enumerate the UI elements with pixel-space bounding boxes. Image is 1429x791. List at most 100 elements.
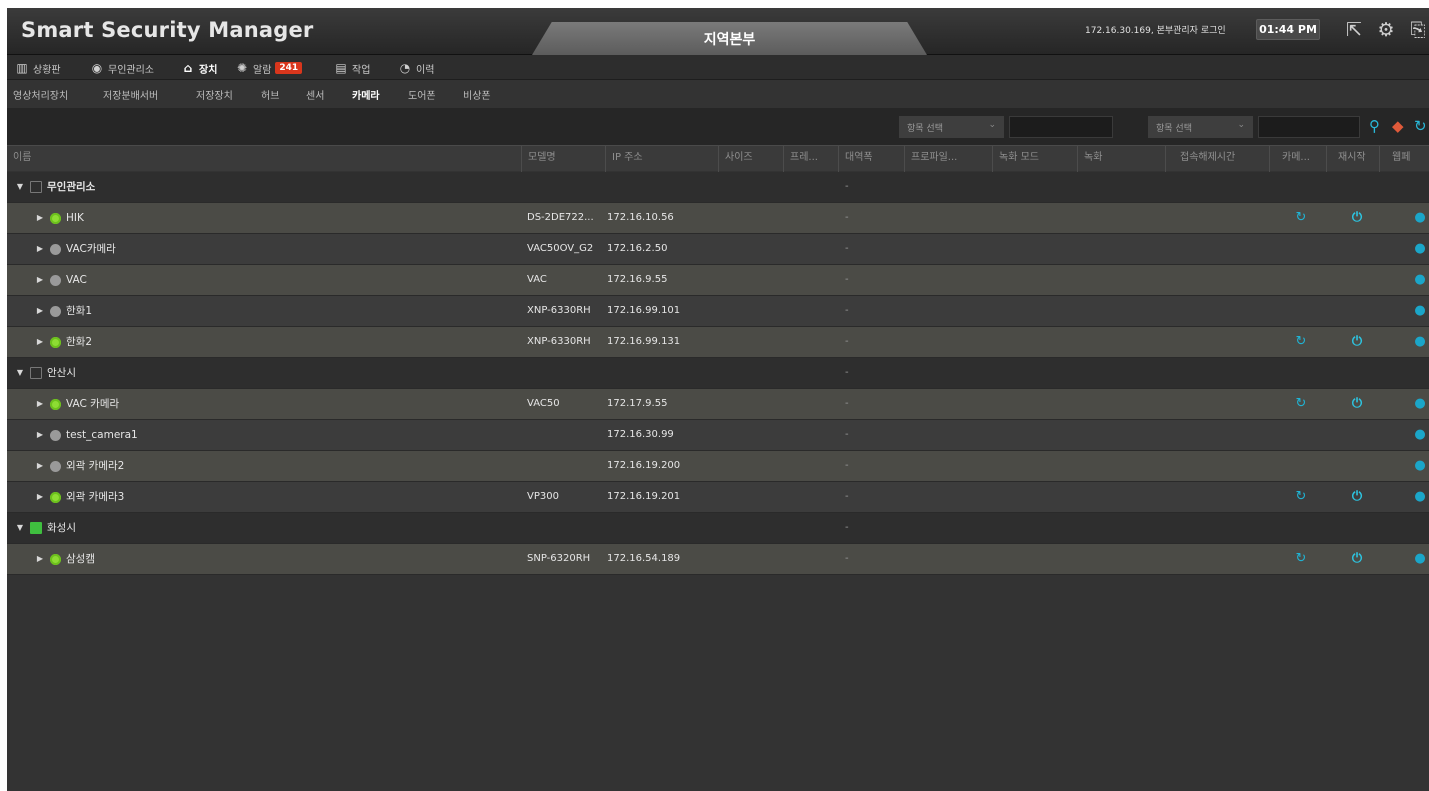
- refresh-camera-icon[interactable]: ↻: [1293, 489, 1309, 505]
- table-row[interactable]: ▶ 한화1 XNP-6330RH 172.16.99.101 - ●: [7, 296, 1429, 327]
- globe-web-icon[interactable]: ●: [1412, 241, 1428, 257]
- alarm-icon: ✺: [236, 61, 248, 75]
- group-row[interactable]: ▼ 화성시 -: [7, 513, 1429, 544]
- caret-right-icon[interactable]: ▶: [35, 203, 45, 233]
- col-restart[interactable]: 재시작: [1326, 146, 1379, 172]
- device-name: 한화1: [66, 305, 93, 317]
- window-resize-icon[interactable]: ⇱: [1341, 17, 1367, 43]
- globe-web-icon[interactable]: ●: [1412, 210, 1428, 226]
- table-row[interactable]: ▶ test_camera1 172.16.30.99 - ●: [7, 420, 1429, 451]
- table-row[interactable]: ▶ VAC 카메라 VAC50 172.17.9.55 - ↻ ⏻ ●: [7, 389, 1429, 420]
- refresh-camera-icon[interactable]: ↻: [1293, 210, 1309, 226]
- power-icon[interactable]: ⏻: [1349, 396, 1365, 412]
- refresh-icon[interactable]: ↻: [1414, 116, 1427, 136]
- group-row[interactable]: ▼ 안산시 -: [7, 358, 1429, 389]
- power-icon[interactable]: ⏻: [1349, 334, 1365, 350]
- table-row[interactable]: ▶ 외곽 카메라2 172.16.19.200 - ●: [7, 451, 1429, 482]
- col-bandwidth[interactable]: 대역폭: [838, 146, 904, 172]
- menu-unmanned-station[interactable]: ◉ 무인관리소: [90, 59, 154, 77]
- col-profile[interactable]: 프로파일...: [904, 146, 992, 172]
- menu-history[interactable]: ◔ 이력: [398, 59, 435, 77]
- globe-web-icon[interactable]: ●: [1412, 551, 1428, 567]
- table-row[interactable]: ▶ 외곽 카메라3 VP300 172.16.19.201 - ↻ ⏻ ●: [7, 482, 1429, 513]
- table-row[interactable]: ▶ 한화2 XNP-6330RH 172.16.99.131 - ↻ ⏻ ●: [7, 327, 1429, 358]
- menu-dashboard[interactable]: ▥ 상황판: [15, 59, 61, 77]
- bandwidth-cell: -: [845, 181, 849, 192]
- gear-icon[interactable]: ⚙: [1373, 17, 1399, 43]
- globe-web-icon[interactable]: ●: [1412, 272, 1428, 288]
- menu-label: 무인관리소: [108, 64, 154, 76]
- caret-right-icon[interactable]: ▶: [35, 451, 45, 481]
- tab-sensor[interactable]: 센서: [306, 87, 324, 102]
- caret-right-icon[interactable]: ▶: [35, 234, 45, 264]
- caret-down-icon[interactable]: ▼: [15, 172, 25, 202]
- caret-right-icon[interactable]: ▶: [35, 420, 45, 450]
- tab-video-processor[interactable]: 영상처리장치: [13, 87, 68, 102]
- group-folder-icon: [30, 522, 42, 534]
- device-name-cell: ▶ 외곽 카메라3: [35, 482, 124, 512]
- globe-web-icon[interactable]: ●: [1412, 458, 1428, 474]
- refresh-camera-icon[interactable]: ↻: [1293, 551, 1309, 567]
- tab-storage-device[interactable]: 저장장치: [196, 87, 233, 102]
- filter-input-2[interactable]: [1258, 116, 1360, 138]
- globe-web-icon[interactable]: ●: [1412, 427, 1428, 443]
- power-icon[interactable]: ⏻: [1349, 210, 1365, 226]
- caret-right-icon[interactable]: ▶: [35, 265, 45, 295]
- device-tree-table: ▼ 무인관리소 - ▶ HIK DS-2DE722... 172.16.10.5…: [7, 172, 1429, 575]
- table-row[interactable]: ▶ 삼성캠 SNP-6320RH 172.16.54.189 - ↻ ⏻ ●: [7, 544, 1429, 575]
- caret-right-icon[interactable]: ▶: [35, 544, 45, 574]
- ip-cell: 172.16.10.56: [607, 212, 674, 223]
- globe-web-icon[interactable]: ●: [1412, 303, 1428, 319]
- col-camera[interactable]: 카메...: [1269, 146, 1326, 172]
- search-icon[interactable]: ⚲: [1369, 116, 1380, 136]
- col-disconnect-time[interactable]: 접속해제시간: [1165, 146, 1269, 172]
- col-frame[interactable]: 프레...: [783, 146, 838, 172]
- menu-alarm[interactable]: ✺ 알람 241: [235, 59, 303, 77]
- caret-down-icon[interactable]: ▼: [15, 513, 25, 543]
- logout-icon[interactable]: ⎘: [1405, 17, 1429, 43]
- tab-camera[interactable]: 카메라: [352, 87, 380, 102]
- menu-label: 작업: [352, 64, 371, 76]
- power-icon[interactable]: ⏻: [1349, 551, 1365, 567]
- col-model[interactable]: 모델명: [521, 146, 605, 172]
- region-tab[interactable]: 지역본부: [532, 22, 927, 55]
- col-size[interactable]: 사이즈: [718, 146, 783, 172]
- refresh-camera-icon[interactable]: ↻: [1293, 396, 1309, 412]
- tab-doorphone[interactable]: 도어폰: [408, 87, 436, 102]
- globe-web-icon[interactable]: ●: [1412, 396, 1428, 412]
- caret-right-icon[interactable]: ▶: [35, 482, 45, 512]
- caret-right-icon[interactable]: ▶: [35, 327, 45, 357]
- menu-device[interactable]: ⌂ 장치: [181, 59, 218, 77]
- col-name[interactable]: 이름: [7, 146, 521, 172]
- caret-right-icon[interactable]: ▶: [35, 389, 45, 419]
- ip-cell: 172.16.19.200: [607, 460, 681, 471]
- camera-offline-icon: [50, 274, 61, 286]
- col-ip[interactable]: IP 주소: [605, 146, 718, 172]
- tab-storage-distribution-server[interactable]: 저장분배서버: [103, 87, 158, 102]
- table-row[interactable]: ▶ VAC카메라 VAC50OV_G2 172.16.2.50 - ●: [7, 234, 1429, 265]
- filter-input-1[interactable]: [1009, 116, 1113, 138]
- caret-down-icon[interactable]: ▼: [15, 358, 25, 388]
- caret-right-icon[interactable]: ▶: [35, 296, 45, 326]
- table-row[interactable]: ▶ VAC VAC 172.16.9.55 - ●: [7, 265, 1429, 296]
- tab-emergency-phone[interactable]: 비상폰: [463, 87, 491, 102]
- chart-bars-icon: ▥: [16, 61, 28, 75]
- refresh-camera-icon[interactable]: ↻: [1293, 334, 1309, 350]
- eraser-icon[interactable]: ◆: [1392, 116, 1404, 136]
- group-row[interactable]: ▼ 무인관리소 -: [7, 172, 1429, 203]
- ip-cell: 172.16.99.131: [607, 336, 681, 347]
- filter-select-2[interactable]: 항목 선택 ⌄: [1148, 116, 1253, 138]
- col-webpage[interactable]: 웹페: [1379, 146, 1429, 172]
- tab-hub[interactable]: 허브: [261, 87, 279, 102]
- menu-label: 상황판: [33, 64, 61, 76]
- globe-web-icon[interactable]: ●: [1412, 334, 1428, 350]
- power-icon[interactable]: ⏻: [1349, 489, 1365, 505]
- globe-web-icon[interactable]: ●: [1412, 489, 1428, 505]
- menu-task[interactable]: ▤ 작업: [334, 59, 370, 77]
- col-record-mode[interactable]: 녹화 모드: [992, 146, 1077, 172]
- camera-offline-icon: [50, 460, 61, 472]
- filter-select-1[interactable]: 항목 선택 ⌄: [899, 116, 1004, 138]
- bandwidth-cell: -: [845, 429, 849, 440]
- table-row[interactable]: ▶ HIK DS-2DE722... 172.16.10.56 - ↻ ⏻ ●: [7, 203, 1429, 234]
- col-record[interactable]: 녹화: [1077, 146, 1165, 172]
